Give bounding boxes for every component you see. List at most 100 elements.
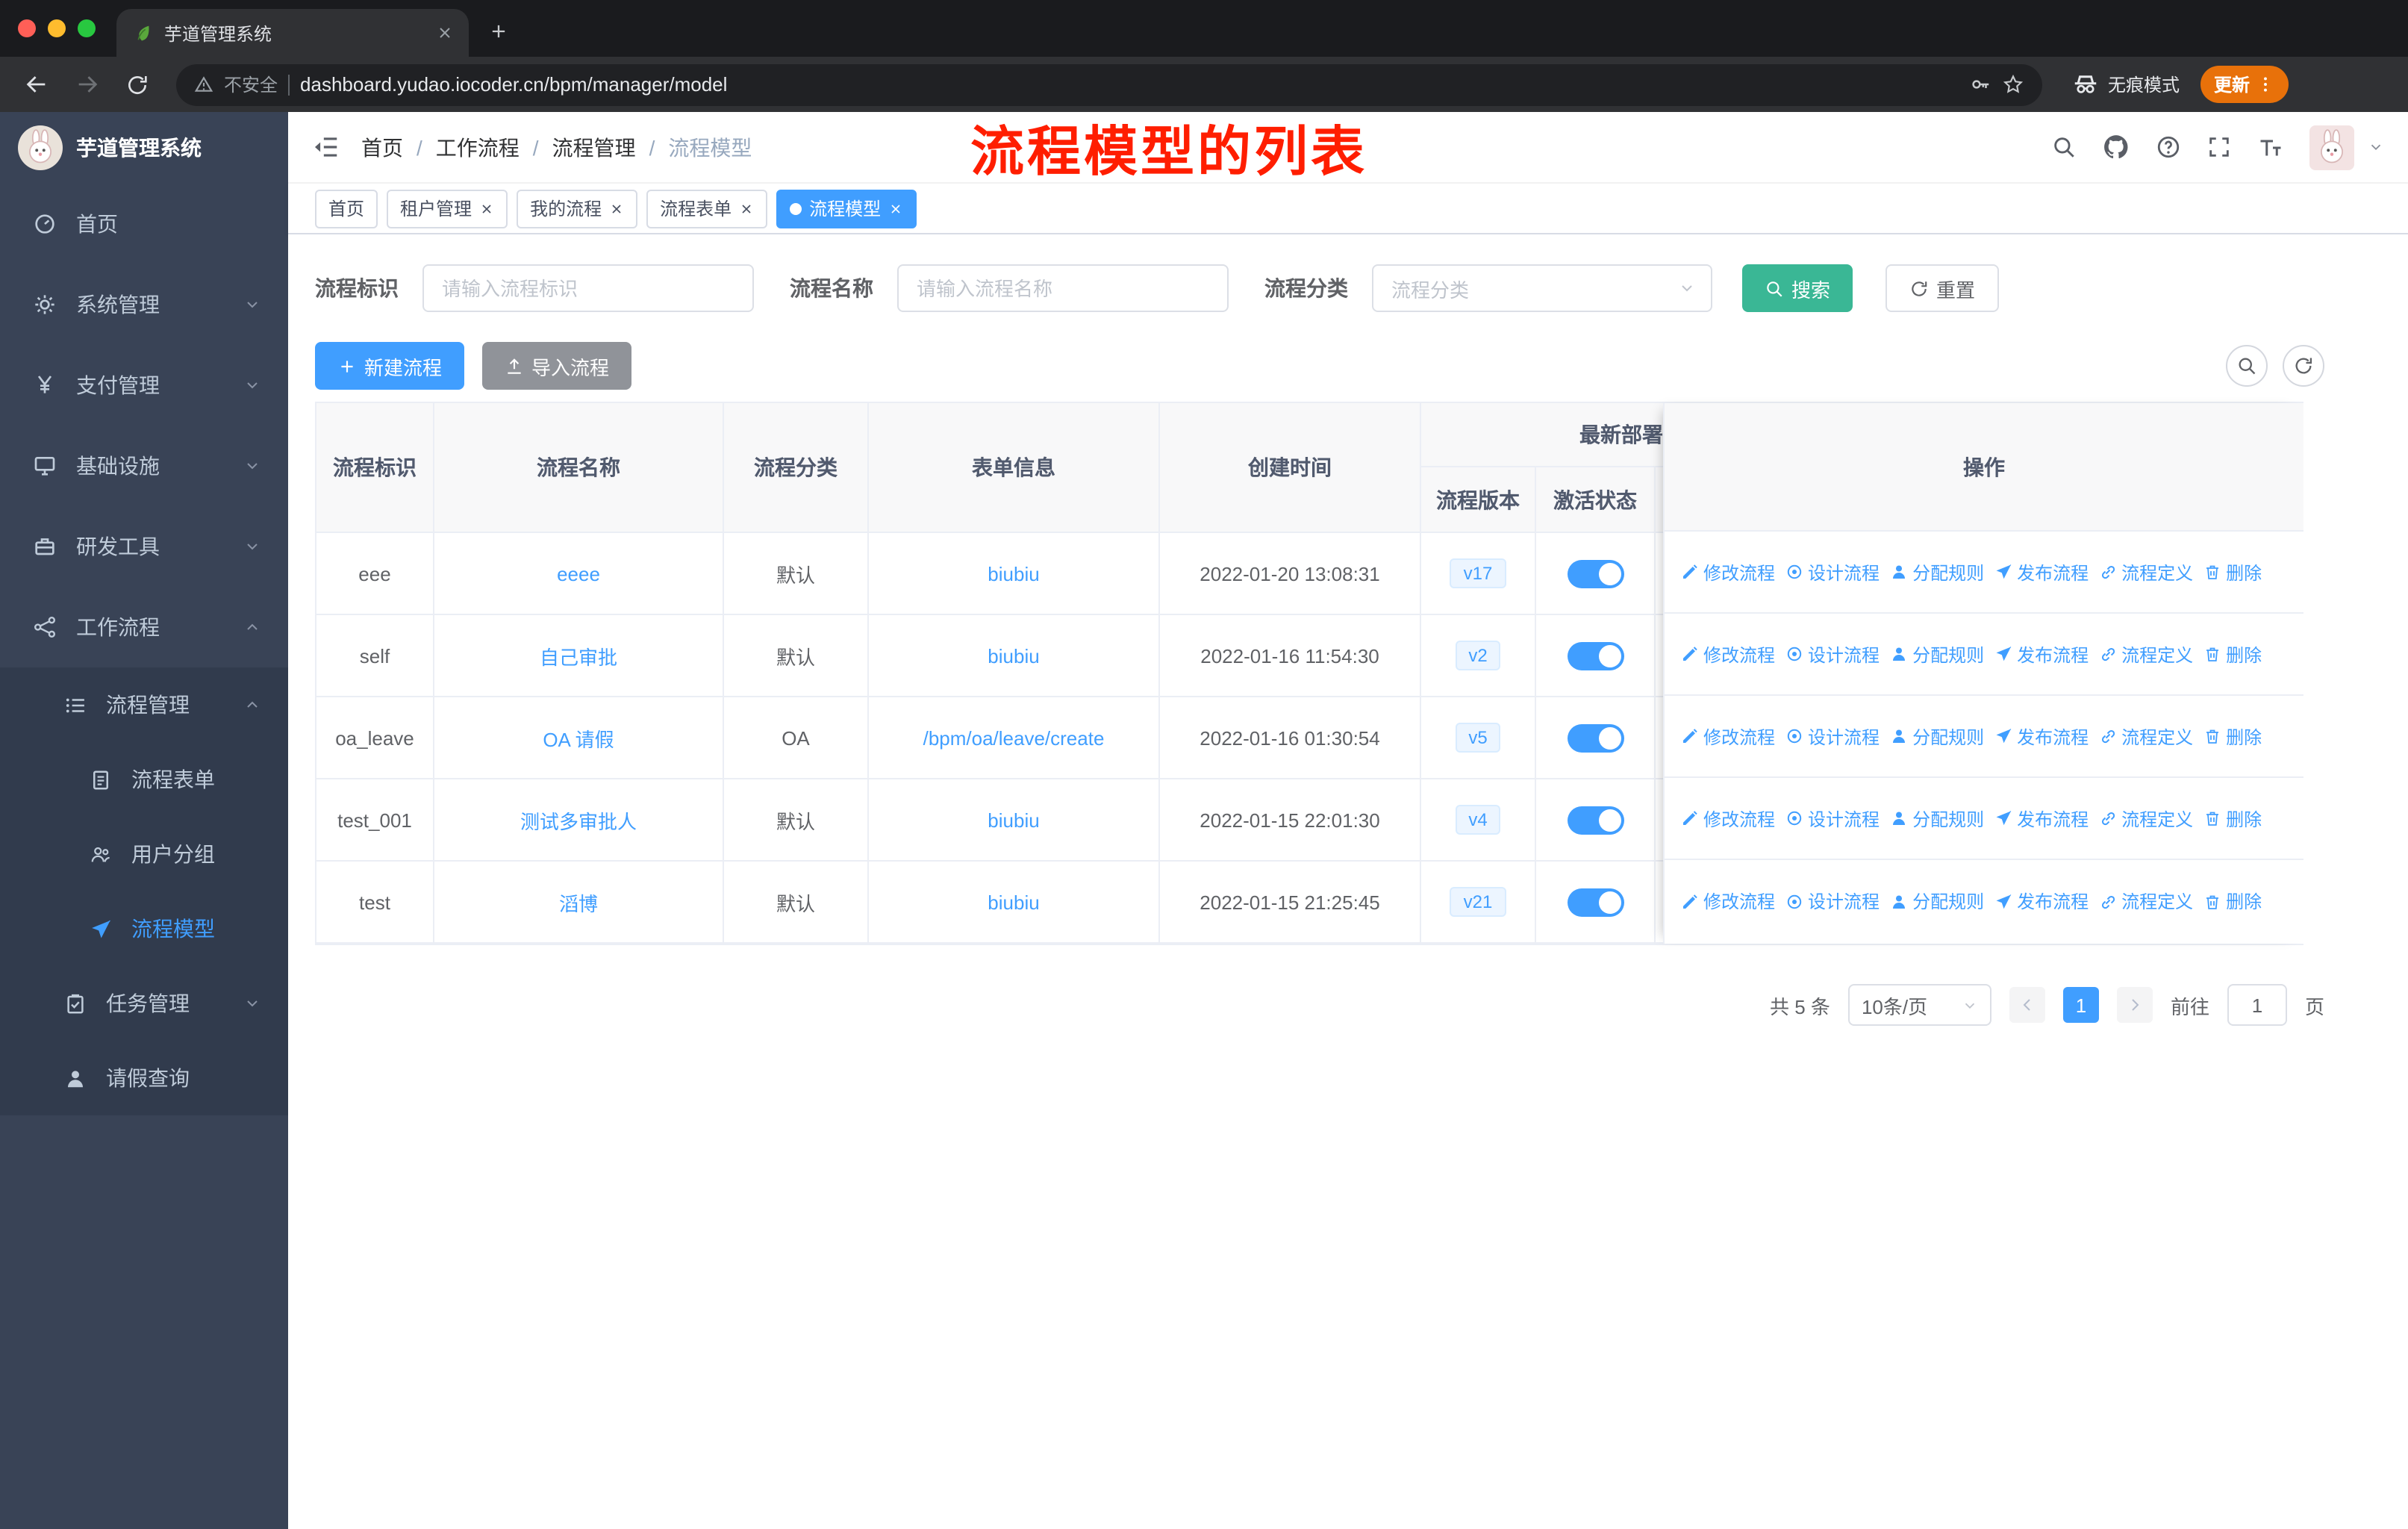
close-icon[interactable] bbox=[739, 201, 754, 216]
active-toggle[interactable] bbox=[1567, 806, 1623, 834]
github-icon[interactable] bbox=[2102, 133, 2130, 161]
design-process-link[interactable]: 设计流程 bbox=[1785, 559, 1880, 585]
active-toggle[interactable] bbox=[1567, 559, 1623, 588]
user-avatar[interactable] bbox=[2309, 125, 2354, 169]
form-link[interactable]: biubiu bbox=[988, 809, 1039, 831]
sidebar-item-leave-query[interactable]: 请假查询 bbox=[0, 1041, 288, 1115]
prev-page-button[interactable] bbox=[2009, 987, 2045, 1023]
tab-close-icon[interactable] bbox=[436, 24, 454, 42]
zoom-window-button[interactable] bbox=[78, 19, 96, 37]
process-definition-link[interactable]: 流程定义 bbox=[2099, 559, 2193, 585]
sidebar-item-payment[interactable]: 支付管理 bbox=[0, 345, 288, 426]
url-text[interactable]: dashboard.yudao.iocoder.cn/bpm/manager/m… bbox=[300, 73, 1959, 96]
edit-process-link[interactable]: 修改流程 bbox=[1681, 559, 1775, 585]
tag-home[interactable]: 首页 bbox=[315, 189, 378, 228]
sidebar-collapse-icon[interactable] bbox=[312, 133, 340, 161]
breadcrumb-home[interactable]: 首页 bbox=[361, 132, 403, 162]
form-link[interactable]: biubiu bbox=[988, 644, 1039, 667]
toggle-search-button[interactable] bbox=[2226, 345, 2268, 387]
close-icon[interactable] bbox=[479, 201, 494, 216]
sidebar-item-home[interactable]: 首页 bbox=[0, 184, 288, 264]
page-size-select[interactable]: 10条/页 bbox=[1847, 984, 1991, 1026]
delete-process-link[interactable]: 删除 bbox=[2203, 641, 2262, 667]
delete-process-link[interactable]: 删除 bbox=[2203, 723, 2262, 749]
tag-process-model[interactable]: 流程模型 bbox=[776, 189, 917, 228]
edit-process-link[interactable]: 修改流程 bbox=[1681, 888, 1775, 914]
version-badge[interactable]: v17 bbox=[1450, 558, 1506, 588]
create-process-button[interactable]: 新建流程 bbox=[315, 342, 465, 390]
sidebar-item-user-group[interactable]: 用户分组 bbox=[0, 817, 288, 891]
goto-page-input[interactable] bbox=[2227, 984, 2287, 1026]
breadcrumb-process-mgmt[interactable]: 流程管理 bbox=[520, 132, 636, 162]
edit-process-link[interactable]: 修改流程 bbox=[1681, 723, 1775, 749]
search-icon[interactable] bbox=[2051, 134, 2077, 160]
sidebar-item-task-mgmt[interactable]: 任务管理 bbox=[0, 966, 288, 1041]
publish-process-link[interactable]: 发布流程 bbox=[1994, 559, 2089, 585]
back-button[interactable] bbox=[15, 63, 57, 105]
minimize-window-button[interactable] bbox=[48, 19, 66, 37]
font-size-icon[interactable] bbox=[2257, 134, 2284, 161]
update-button[interactable]: 更新 bbox=[2200, 66, 2289, 103]
close-icon[interactable] bbox=[609, 201, 624, 216]
sidebar-item-system[interactable]: 系统管理 bbox=[0, 264, 288, 345]
process-category-select[interactable]: 流程分类 bbox=[1372, 264, 1712, 312]
publish-process-link[interactable]: 发布流程 bbox=[1994, 723, 2089, 749]
active-toggle[interactable] bbox=[1567, 641, 1623, 670]
sidebar-item-workflow[interactable]: 工作流程 bbox=[0, 587, 288, 667]
process-name-input[interactable] bbox=[897, 264, 1229, 312]
process-definition-link[interactable]: 流程定义 bbox=[2099, 723, 2193, 749]
close-window-button[interactable] bbox=[18, 19, 36, 37]
next-page-button[interactable] bbox=[2116, 987, 2153, 1023]
fullscreen-icon[interactable] bbox=[2206, 134, 2232, 160]
publish-process-link[interactable]: 发布流程 bbox=[1994, 806, 2089, 831]
process-definition-link[interactable]: 流程定义 bbox=[2099, 806, 2193, 831]
avatar-caret-icon[interactable] bbox=[2368, 139, 2384, 155]
assign-rule-link[interactable]: 分配规则 bbox=[1890, 806, 1984, 831]
assign-rule-link[interactable]: 分配规则 bbox=[1890, 641, 1984, 667]
version-badge[interactable]: v5 bbox=[1455, 723, 1501, 753]
process-name-link[interactable]: OA 请假 bbox=[543, 723, 614, 752]
sidebar-item-process-mgmt[interactable]: 流程管理 bbox=[0, 667, 288, 742]
browser-tab[interactable]: 芋道管理系统 bbox=[116, 9, 469, 57]
delete-process-link[interactable]: 删除 bbox=[2203, 806, 2262, 831]
edit-process-link[interactable]: 修改流程 bbox=[1681, 806, 1775, 831]
new-tab-button[interactable] bbox=[478, 10, 520, 52]
process-definition-link[interactable]: 流程定义 bbox=[2099, 888, 2193, 914]
sidebar-logo[interactable]: 芋道管理系统 bbox=[0, 112, 288, 184]
form-link[interactable]: /bpm/oa/leave/create bbox=[923, 726, 1105, 749]
process-definition-link[interactable]: 流程定义 bbox=[2099, 641, 2193, 667]
publish-process-link[interactable]: 发布流程 bbox=[1994, 888, 2089, 914]
active-toggle[interactable] bbox=[1567, 888, 1623, 916]
publish-process-link[interactable]: 发布流程 bbox=[1994, 641, 2089, 667]
assign-rule-link[interactable]: 分配规则 bbox=[1890, 559, 1984, 585]
sidebar-item-devtools[interactable]: 研发工具 bbox=[0, 506, 288, 587]
design-process-link[interactable]: 设计流程 bbox=[1785, 888, 1880, 914]
process-id-input[interactable] bbox=[422, 264, 754, 312]
form-link[interactable]: biubiu bbox=[988, 562, 1039, 585]
form-link[interactable]: biubiu bbox=[988, 891, 1039, 913]
search-button[interactable]: 搜索 bbox=[1742, 264, 1853, 312]
kebab-menu-icon[interactable] bbox=[2256, 75, 2275, 94]
version-badge[interactable]: v2 bbox=[1455, 641, 1501, 670]
delete-process-link[interactable]: 删除 bbox=[2203, 559, 2262, 585]
sidebar-item-process-model[interactable]: 流程模型 bbox=[0, 891, 288, 966]
import-process-button[interactable]: 导入流程 bbox=[482, 342, 632, 390]
bookmark-star-icon[interactable] bbox=[2002, 73, 2024, 96]
help-icon[interactable] bbox=[2156, 134, 2181, 160]
sidebar-item-infra[interactable]: 基础设施 bbox=[0, 426, 288, 506]
version-badge[interactable]: v21 bbox=[1450, 887, 1506, 917]
close-icon[interactable] bbox=[888, 201, 903, 216]
forward-button[interactable] bbox=[66, 63, 107, 105]
design-process-link[interactable]: 设计流程 bbox=[1785, 806, 1880, 831]
password-key-icon[interactable] bbox=[1969, 73, 1991, 96]
sidebar-item-process-form[interactable]: 流程表单 bbox=[0, 742, 288, 817]
address-bar[interactable]: 不安全 dashboard.yudao.iocoder.cn/bpm/manag… bbox=[176, 63, 2042, 105]
delete-process-link[interactable]: 删除 bbox=[2203, 888, 2262, 914]
process-name-link[interactable]: 测试多审批人 bbox=[520, 806, 637, 834]
process-name-link[interactable]: 滔博 bbox=[559, 888, 598, 916]
security-label[interactable]: 不安全 bbox=[224, 72, 278, 97]
process-name-link[interactable]: eeee bbox=[557, 562, 600, 585]
assign-rule-link[interactable]: 分配规则 bbox=[1890, 723, 1984, 749]
page-number-button[interactable]: 1 bbox=[2062, 987, 2099, 1023]
tag-tenant[interactable]: 租户管理 bbox=[387, 189, 508, 228]
